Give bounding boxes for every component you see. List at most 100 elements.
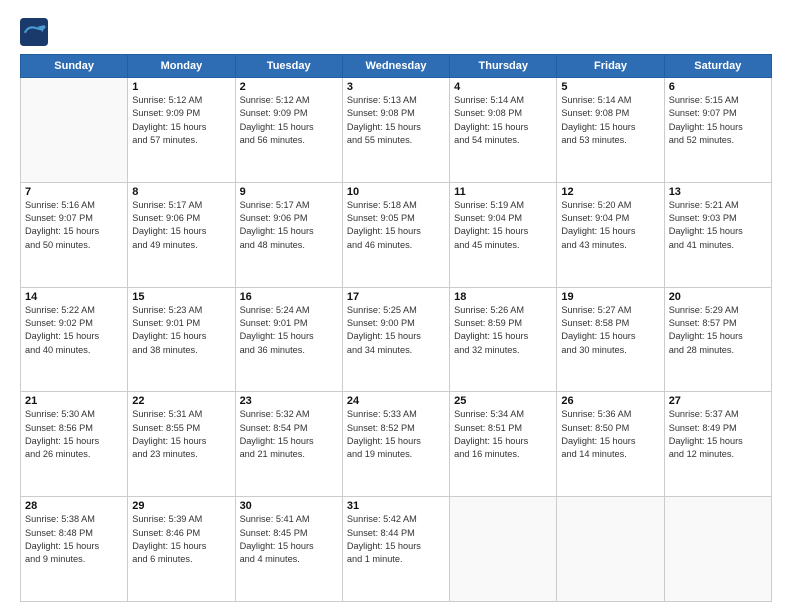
calendar-cell: 14Sunrise: 5:22 AMSunset: 9:02 PMDayligh… xyxy=(21,287,128,392)
day-number: 26 xyxy=(561,395,659,407)
day-info: Sunrise: 5:37 AMSunset: 8:49 PMDaylight:… xyxy=(669,408,767,461)
day-number: 29 xyxy=(132,500,230,512)
page: SundayMondayTuesdayWednesdayThursdayFrid… xyxy=(0,0,792,612)
calendar-cell: 9Sunrise: 5:17 AMSunset: 9:06 PMDaylight… xyxy=(235,182,342,287)
day-info: Sunrise: 5:31 AMSunset: 8:55 PMDaylight:… xyxy=(132,408,230,461)
day-number: 11 xyxy=(454,186,552,198)
day-info: Sunrise: 5:42 AMSunset: 8:44 PMDaylight:… xyxy=(347,513,445,566)
calendar-week-row: 28Sunrise: 5:38 AMSunset: 8:48 PMDayligh… xyxy=(21,497,772,602)
day-info: Sunrise: 5:38 AMSunset: 8:48 PMDaylight:… xyxy=(25,513,123,566)
calendar-cell: 7Sunrise: 5:16 AMSunset: 9:07 PMDaylight… xyxy=(21,182,128,287)
calendar-day-header: Saturday xyxy=(664,55,771,78)
calendar-cell: 8Sunrise: 5:17 AMSunset: 9:06 PMDaylight… xyxy=(128,182,235,287)
calendar-cell: 22Sunrise: 5:31 AMSunset: 8:55 PMDayligh… xyxy=(128,392,235,497)
day-info: Sunrise: 5:39 AMSunset: 8:46 PMDaylight:… xyxy=(132,513,230,566)
calendar-cell: 31Sunrise: 5:42 AMSunset: 8:44 PMDayligh… xyxy=(342,497,449,602)
calendar-cell: 15Sunrise: 5:23 AMSunset: 9:01 PMDayligh… xyxy=(128,287,235,392)
calendar-cell: 24Sunrise: 5:33 AMSunset: 8:52 PMDayligh… xyxy=(342,392,449,497)
day-info: Sunrise: 5:22 AMSunset: 9:02 PMDaylight:… xyxy=(25,304,123,357)
calendar-cell: 5Sunrise: 5:14 AMSunset: 9:08 PMDaylight… xyxy=(557,78,664,183)
day-info: Sunrise: 5:36 AMSunset: 8:50 PMDaylight:… xyxy=(561,408,659,461)
day-number: 14 xyxy=(25,291,123,303)
day-info: Sunrise: 5:18 AMSunset: 9:05 PMDaylight:… xyxy=(347,199,445,252)
calendar-cell xyxy=(21,78,128,183)
day-info: Sunrise: 5:13 AMSunset: 9:08 PMDaylight:… xyxy=(347,94,445,147)
calendar-cell: 30Sunrise: 5:41 AMSunset: 8:45 PMDayligh… xyxy=(235,497,342,602)
logo-icon xyxy=(20,18,48,46)
day-number: 3 xyxy=(347,81,445,93)
calendar-cell: 26Sunrise: 5:36 AMSunset: 8:50 PMDayligh… xyxy=(557,392,664,497)
day-info: Sunrise: 5:15 AMSunset: 9:07 PMDaylight:… xyxy=(669,94,767,147)
calendar-cell: 17Sunrise: 5:25 AMSunset: 9:00 PMDayligh… xyxy=(342,287,449,392)
day-number: 9 xyxy=(240,186,338,198)
day-number: 23 xyxy=(240,395,338,407)
calendar-cell: 16Sunrise: 5:24 AMSunset: 9:01 PMDayligh… xyxy=(235,287,342,392)
day-info: Sunrise: 5:17 AMSunset: 9:06 PMDaylight:… xyxy=(132,199,230,252)
day-number: 19 xyxy=(561,291,659,303)
calendar-cell: 25Sunrise: 5:34 AMSunset: 8:51 PMDayligh… xyxy=(450,392,557,497)
day-number: 22 xyxy=(132,395,230,407)
day-info: Sunrise: 5:21 AMSunset: 9:03 PMDaylight:… xyxy=(669,199,767,252)
calendar-cell: 13Sunrise: 5:21 AMSunset: 9:03 PMDayligh… xyxy=(664,182,771,287)
day-number: 31 xyxy=(347,500,445,512)
calendar-cell: 2Sunrise: 5:12 AMSunset: 9:09 PMDaylight… xyxy=(235,78,342,183)
day-info: Sunrise: 5:30 AMSunset: 8:56 PMDaylight:… xyxy=(25,408,123,461)
day-number: 30 xyxy=(240,500,338,512)
day-number: 18 xyxy=(454,291,552,303)
logo xyxy=(20,18,52,46)
day-number: 1 xyxy=(132,81,230,93)
day-info: Sunrise: 5:26 AMSunset: 8:59 PMDaylight:… xyxy=(454,304,552,357)
day-info: Sunrise: 5:34 AMSunset: 8:51 PMDaylight:… xyxy=(454,408,552,461)
calendar-cell: 3Sunrise: 5:13 AMSunset: 9:08 PMDaylight… xyxy=(342,78,449,183)
day-info: Sunrise: 5:25 AMSunset: 9:00 PMDaylight:… xyxy=(347,304,445,357)
calendar-day-header: Sunday xyxy=(21,55,128,78)
calendar-week-row: 21Sunrise: 5:30 AMSunset: 8:56 PMDayligh… xyxy=(21,392,772,497)
day-info: Sunrise: 5:27 AMSunset: 8:58 PMDaylight:… xyxy=(561,304,659,357)
calendar-cell: 18Sunrise: 5:26 AMSunset: 8:59 PMDayligh… xyxy=(450,287,557,392)
day-info: Sunrise: 5:29 AMSunset: 8:57 PMDaylight:… xyxy=(669,304,767,357)
calendar-week-row: 1 Sunrise: 5:12 AMSunset: 9:09 PMDaylight… xyxy=(21,78,772,183)
calendar-day-header: Friday xyxy=(557,55,664,78)
day-info: Sunrise: 5:41 AMSunset: 8:45 PMDaylight:… xyxy=(240,513,338,566)
day-number: 20 xyxy=(669,291,767,303)
calendar-cell xyxy=(664,497,771,602)
day-info: Sunrise: 5:24 AMSunset: 9:01 PMDaylight:… xyxy=(240,304,338,357)
day-number: 15 xyxy=(132,291,230,303)
calendar-day-header: Thursday xyxy=(450,55,557,78)
calendar-table: SundayMondayTuesdayWednesdayThursdayFrid… xyxy=(20,54,772,602)
calendar-cell: 1Sunrise: 5:12 AMSunset: 9:09 PMDaylight… xyxy=(128,78,235,183)
calendar-cell: 10Sunrise: 5:18 AMSunset: 9:05 PMDayligh… xyxy=(342,182,449,287)
day-number: 12 xyxy=(561,186,659,198)
day-number: 10 xyxy=(347,186,445,198)
calendar-week-row: 14Sunrise: 5:22 AMSunset: 9:02 PMDayligh… xyxy=(21,287,772,392)
calendar-cell: 29Sunrise: 5:39 AMSunset: 8:46 PMDayligh… xyxy=(128,497,235,602)
calendar-cell xyxy=(450,497,557,602)
day-info: Sunrise: 5:20 AMSunset: 9:04 PMDaylight:… xyxy=(561,199,659,252)
calendar-cell: 19Sunrise: 5:27 AMSunset: 8:58 PMDayligh… xyxy=(557,287,664,392)
day-number: 28 xyxy=(25,500,123,512)
day-number: 21 xyxy=(25,395,123,407)
calendar-cell xyxy=(557,497,664,602)
day-info: Sunrise: 5:23 AMSunset: 9:01 PMDaylight:… xyxy=(132,304,230,357)
calendar-day-header: Wednesday xyxy=(342,55,449,78)
day-number: 8 xyxy=(132,186,230,198)
calendar-cell: 21Sunrise: 5:30 AMSunset: 8:56 PMDayligh… xyxy=(21,392,128,497)
calendar-cell: 11Sunrise: 5:19 AMSunset: 9:04 PMDayligh… xyxy=(450,182,557,287)
day-number: 7 xyxy=(25,186,123,198)
day-info: Sunrise: 5:12 AMSunset: 9:09 PMDaylight:… xyxy=(240,94,338,147)
day-info: Sunrise: 5:16 AMSunset: 9:07 PMDaylight:… xyxy=(25,199,123,252)
calendar-cell: 23Sunrise: 5:32 AMSunset: 8:54 PMDayligh… xyxy=(235,392,342,497)
day-info: Sunrise: 5:33 AMSunset: 8:52 PMDaylight:… xyxy=(347,408,445,461)
day-number: 13 xyxy=(669,186,767,198)
calendar-header-row: SundayMondayTuesdayWednesdayThursdayFrid… xyxy=(21,55,772,78)
header xyxy=(20,18,772,46)
calendar-day-header: Tuesday xyxy=(235,55,342,78)
day-info: Sunrise: 5:32 AMSunset: 8:54 PMDaylight:… xyxy=(240,408,338,461)
day-info: Sunrise: 5:19 AMSunset: 9:04 PMDaylight:… xyxy=(454,199,552,252)
day-number: 17 xyxy=(347,291,445,303)
day-number: 25 xyxy=(454,395,552,407)
calendar-week-row: 7Sunrise: 5:16 AMSunset: 9:07 PMDaylight… xyxy=(21,182,772,287)
day-info: Sunrise: 5:14 AMSunset: 9:08 PMDaylight:… xyxy=(561,94,659,147)
day-info: Sunrise: 5:14 AMSunset: 9:08 PMDaylight:… xyxy=(454,94,552,147)
day-number: 4 xyxy=(454,81,552,93)
